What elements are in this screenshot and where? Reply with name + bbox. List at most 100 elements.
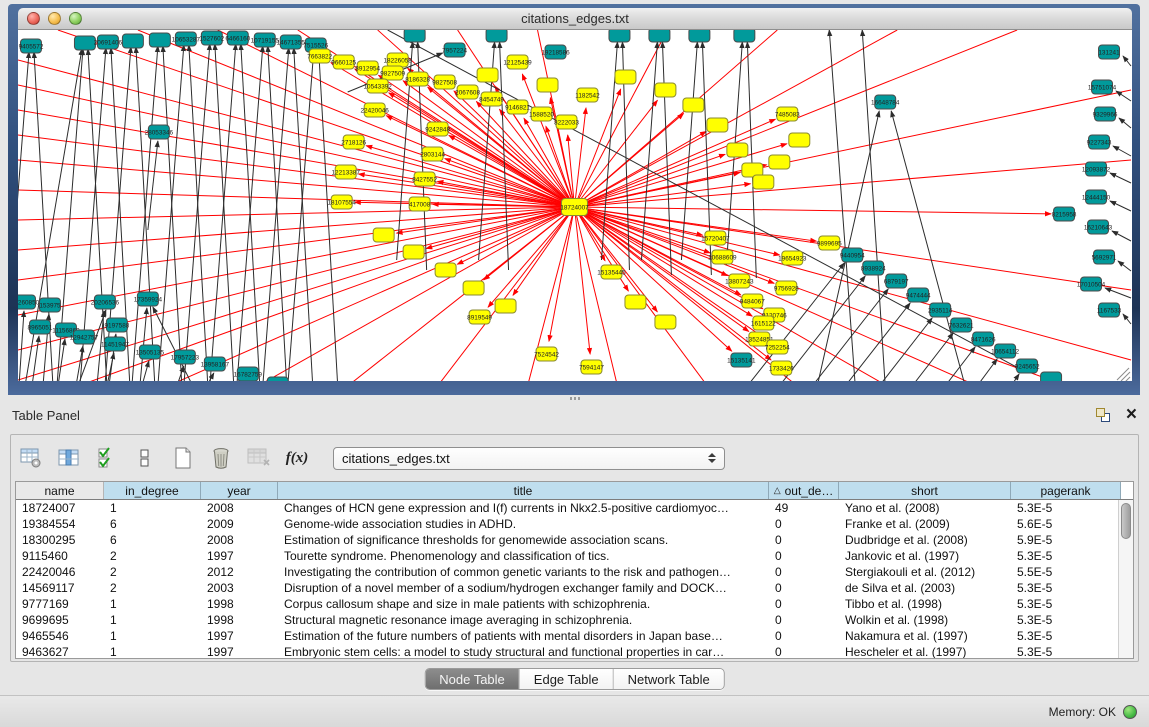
graph-node[interactable] (403, 245, 424, 259)
graph-node[interactable]: 14671355 (277, 35, 306, 49)
graph-node[interactable]: 8215958 (1052, 207, 1077, 221)
graph-node[interactable]: 12942757 (70, 330, 99, 344)
graph-node[interactable]: 12093872 (1082, 162, 1111, 176)
graph-node[interactable] (707, 118, 728, 132)
graph-node[interactable] (789, 133, 810, 147)
graph-node[interactable]: 17957223 (171, 350, 200, 364)
graph-node[interactable] (689, 30, 710, 42)
graph-node[interactable] (404, 30, 425, 42)
graph-node[interactable]: 9329966 (1093, 107, 1118, 121)
graph-node[interactable]: 10688609 (708, 250, 737, 264)
graph-node[interactable]: 10654112 (991, 344, 1019, 358)
graph-node[interactable]: 12125439 (503, 55, 532, 69)
graph-node[interactable]: 9405572 (19, 39, 44, 53)
graph-node[interactable]: 8919549 (467, 310, 492, 324)
row-select-icon[interactable] (95, 446, 119, 470)
graph-node[interactable]: 7594147 (579, 360, 604, 374)
graph-node[interactable] (477, 68, 498, 82)
table-row[interactable]: 969969511998Structural magnetic resonanc… (16, 612, 1118, 628)
graph-node[interactable] (1041, 372, 1062, 381)
graph-node[interactable]: 9146821 (505, 100, 530, 114)
graph-node[interactable] (537, 78, 558, 92)
graph-node[interactable] (486, 30, 507, 42)
graph-node[interactable]: 10719155 (251, 33, 280, 47)
graph-node[interactable]: 153975 (39, 298, 61, 312)
graph-node[interactable]: 9474444 (906, 288, 931, 302)
column-header-in_degree[interactable]: in_degree (104, 482, 201, 499)
table-row[interactable]: 946362711997Embryonic stem cells: a mode… (16, 644, 1118, 659)
graph-node[interactable]: 12213387 (332, 165, 361, 179)
graph-node[interactable]: 16210643 (1084, 220, 1113, 234)
column-header-name[interactable]: name (16, 482, 104, 499)
graph-node[interactable]: 15720407 (701, 231, 730, 245)
delete-icon[interactable] (209, 446, 233, 470)
graph-node[interactable]: 7252254 (765, 340, 790, 354)
graph-node[interactable] (769, 155, 790, 169)
graph-node[interactable]: 8471626 (971, 332, 996, 346)
float-panel-icon[interactable] (1096, 408, 1110, 422)
graph-node[interactable]: 28053346 (145, 125, 174, 139)
graph-node[interactable]: 18724007 (560, 199, 589, 216)
graph-node[interactable]: 1588520 (529, 107, 554, 121)
graph-node[interactable]: 9245652 (1015, 359, 1040, 373)
column-header-short[interactable]: short (839, 482, 1011, 499)
table-selector-dropdown[interactable]: citations_edges.txt (333, 447, 725, 470)
graph-node[interactable]: 9660125 (331, 55, 356, 69)
graph-node[interactable]: 15135445 (597, 265, 626, 279)
graph-node[interactable]: 1733426 (769, 361, 794, 375)
graph-node[interactable]: 19218586 (541, 45, 570, 59)
tab-node-table[interactable]: Node Table (425, 669, 520, 689)
table-row[interactable]: 1830029562008Estimation of significance … (16, 532, 1118, 548)
graph-node[interactable] (122, 34, 143, 48)
graph-node[interactable] (655, 315, 676, 329)
graph-node[interactable]: 22420046 (360, 103, 389, 117)
window-titlebar[interactable]: citations_edges.txt (18, 8, 1132, 30)
graph-node[interactable]: 7663822 (307, 49, 332, 63)
network-canvas[interactable]: 9405572206914061065328715276026466160107… (18, 30, 1132, 381)
graph-node[interactable] (683, 98, 704, 112)
graph-node[interactable] (625, 295, 646, 309)
column-header-pagerank[interactable]: pagerank (1011, 482, 1121, 499)
graph-node[interactable]: 13505135 (136, 345, 165, 359)
graph-node[interactable]: 417008 (409, 197, 431, 211)
graph-node[interactable] (463, 281, 484, 295)
graph-node[interactable]: 2718126 (341, 135, 366, 149)
graph-node[interactable] (609, 30, 630, 42)
column-header-title[interactable]: title (278, 482, 769, 499)
graph-node[interactable]: 9899695 (817, 236, 842, 250)
graph-node[interactable]: 7632621 (949, 318, 974, 332)
graph-node[interactable] (373, 228, 394, 242)
graph-node[interactable]: 9484067 (740, 294, 765, 308)
function-icon[interactable]: f(x) (285, 446, 309, 470)
graph-node[interactable] (615, 70, 636, 84)
minimize-window-button[interactable] (48, 12, 61, 25)
graph-node[interactable]: 10543392 (363, 79, 392, 93)
graph-node[interactable]: 9756928 (774, 281, 799, 295)
graph-node[interactable] (727, 143, 748, 157)
graph-node[interactable]: 16648784 (871, 95, 900, 109)
vertical-scrollbar[interactable] (1118, 500, 1133, 659)
table-settings-icon[interactable] (19, 446, 43, 470)
scrollbar-thumb[interactable] (1121, 503, 1131, 539)
graph-node[interactable] (734, 30, 755, 42)
graph-node[interactable]: 8938924 (861, 261, 886, 275)
graph-node[interactable]: 1615122 (751, 316, 776, 330)
memory-status-indicator[interactable] (1123, 705, 1137, 719)
graph-node[interactable]: 5692971 (1092, 250, 1117, 264)
table-row[interactable]: 1456911722003Disruption of a novel membe… (16, 580, 1118, 596)
graph-node[interactable]: 2067608 (455, 85, 480, 99)
graph-node[interactable]: 7957224 (442, 43, 467, 57)
column-header-out_de[interactable]: △out_de… (769, 482, 839, 499)
graph-node[interactable]: 13807243 (725, 274, 754, 288)
graph-node[interactable]: 8222033 (554, 115, 579, 129)
graph-node[interactable]: 1527602 (199, 31, 224, 45)
graph-node[interactable]: 9827508 (432, 75, 457, 89)
graph-node[interactable]: 9227343 (1087, 135, 1112, 149)
graph-node[interactable] (655, 83, 676, 97)
graph-node[interactable]: 6466160 (225, 31, 250, 45)
graph-node[interactable]: 20206536 (91, 295, 120, 309)
graph-node[interactable] (74, 36, 95, 50)
graph-node[interactable]: 2935114 (928, 303, 953, 317)
graph-node[interactable] (495, 299, 516, 313)
close-panel-icon[interactable]: × (1126, 408, 1137, 422)
